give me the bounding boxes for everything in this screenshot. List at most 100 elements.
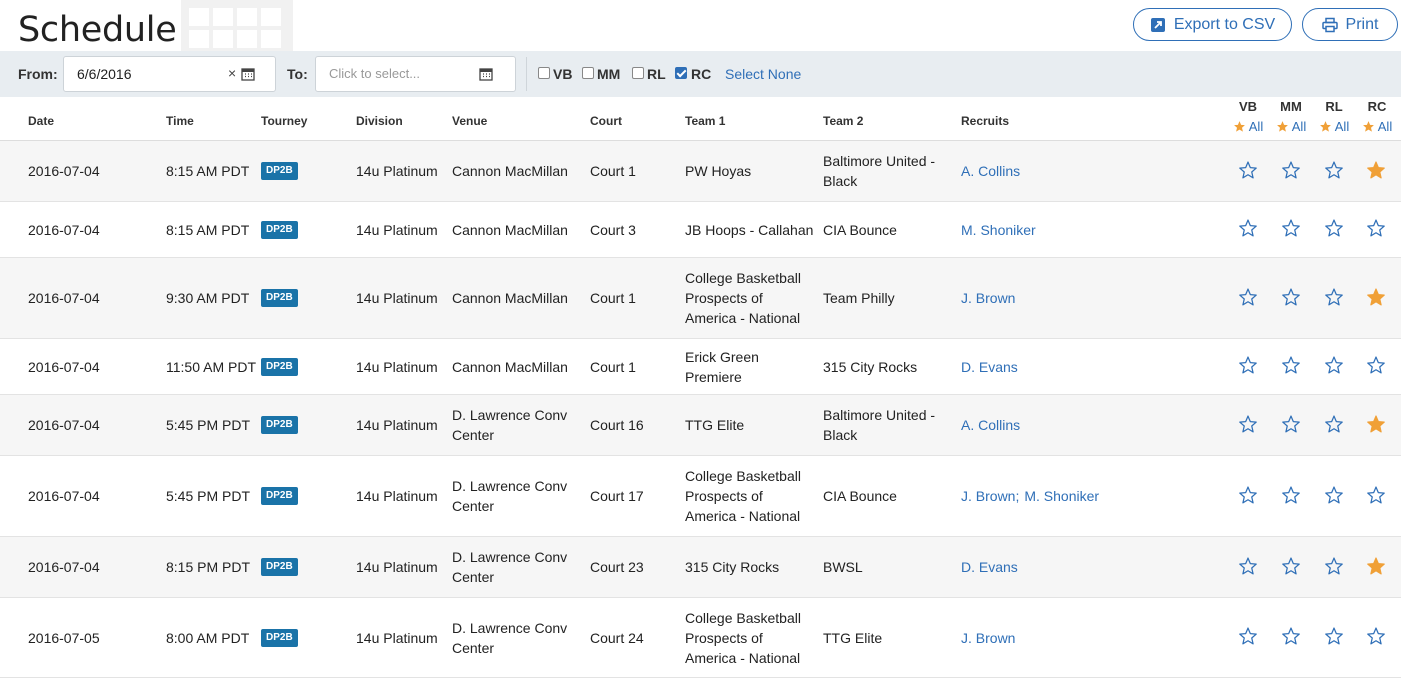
cell-court-text: Court 3 (590, 221, 636, 238)
checkbox-rl[interactable] (632, 67, 644, 79)
recruit-link[interactable]: A. Collins (961, 415, 1020, 435)
table-row: 2016-07-04 9:30 AM PDT 14u Platinum Cannon … (0, 258, 1401, 339)
col-court[interactable]: Court (590, 114, 622, 128)
table-row: 2016-07-04 8:15 AM PDT 14u Platinum Cannon … (0, 202, 1401, 258)
cell-division: 14u Platinum (356, 258, 438, 338)
cell-time-text: 5:45 PM PDT (166, 488, 251, 504)
checkbox-rc[interactable] (675, 67, 687, 79)
cell-team2: Baltimore United - Black (823, 395, 948, 455)
star-outline-icon[interactable] (1238, 218, 1258, 238)
cell-venue-text: Cannon MacMillan (452, 163, 568, 179)
star-outline-icon[interactable] (1281, 414, 1301, 434)
col-date[interactable]: Date (28, 114, 54, 128)
star-outline-icon[interactable] (1238, 160, 1258, 180)
col-team2[interactable]: Team 2 (823, 114, 863, 128)
star-all-rc[interactable]: All (1357, 119, 1397, 134)
recruit-link[interactable]: M. Shoniker (1024, 486, 1099, 506)
star-outline-icon[interactable] (1324, 160, 1344, 180)
recruit-link[interactable]: J. Brown (961, 628, 1015, 648)
star-outline-icon[interactable] (1366, 218, 1386, 238)
star-outline-icon[interactable] (1238, 626, 1258, 646)
calendar-icon[interactable] (241, 67, 255, 81)
star-outline-icon[interactable] (1238, 485, 1258, 505)
from-date-input[interactable]: 6/6/2016 × (63, 56, 276, 92)
star-outline-icon[interactable] (1366, 355, 1386, 375)
cell-team1: 315 City Rocks (685, 537, 815, 597)
checkbox-vb[interactable] (538, 67, 550, 79)
recruit-link[interactable]: D. Evans (961, 357, 1018, 377)
star-all-vb[interactable]: All (1228, 119, 1268, 134)
to-date-input[interactable]: Click to select... (315, 56, 516, 92)
star-filled-icon[interactable] (1366, 287, 1386, 307)
cell-time: 11:50 AM PDT (166, 339, 256, 394)
star-outline-icon[interactable] (1324, 355, 1344, 375)
export-csv-label: Export to CSV (1173, 15, 1276, 33)
cell-time-text: 9:30 AM PDT (166, 290, 250, 306)
col-rc: RC (1367, 99, 1387, 114)
star-outline-icon[interactable] (1281, 160, 1301, 180)
star-outline-icon[interactable] (1281, 626, 1301, 646)
col-venue[interactable]: Venue (452, 114, 487, 128)
col-team1[interactable]: Team 1 (685, 114, 725, 128)
cell-date: 2016-07-05 (28, 598, 100, 677)
star-outline-icon[interactable] (1281, 355, 1301, 375)
cell-division: 14u Platinum (356, 141, 438, 201)
col-tourney[interactable]: Tourney (261, 114, 307, 128)
cell-court: Court 1 (590, 339, 636, 394)
star-outline-icon[interactable] (1281, 485, 1301, 505)
cell-team1: College Basketball Prospects of America … (685, 598, 815, 677)
col-rl: RL (1325, 99, 1343, 114)
all-label: All (1291, 119, 1307, 134)
to-date-placeholder: Click to select... (329, 66, 421, 81)
star-filled-icon[interactable] (1366, 160, 1386, 180)
cell-court-text: Court 16 (590, 417, 644, 433)
cell-tourney: DP2B (261, 598, 298, 677)
cell-tourney: DP2B (261, 202, 298, 257)
table-header: Date Time Tourney Division Venue Court T… (0, 97, 1401, 141)
star-outline-icon[interactable] (1324, 218, 1344, 238)
star-outline-icon[interactable] (1281, 287, 1301, 307)
star-all-rl[interactable]: All (1314, 119, 1354, 134)
all-label: All (1334, 119, 1350, 134)
star-outline-icon[interactable] (1238, 556, 1258, 576)
clear-date-icon[interactable]: × (228, 65, 236, 81)
star-outline-icon[interactable] (1238, 414, 1258, 434)
export-csv-button[interactable]: Export to CSV (1133, 8, 1292, 41)
cell-court: Court 24 (590, 598, 644, 677)
star-outline-icon[interactable] (1324, 626, 1344, 646)
print-button[interactable]: Print (1302, 8, 1398, 41)
checkbox-mm[interactable] (582, 67, 594, 79)
star-outline-icon[interactable] (1324, 556, 1344, 576)
cell-division-text: 14u Platinum (356, 290, 438, 306)
star-outline-icon[interactable] (1324, 485, 1344, 505)
star-outline-icon[interactable] (1238, 287, 1258, 307)
recruit-link[interactable]: J. Brown (961, 288, 1015, 308)
recruit-link[interactable]: A. Collins (961, 161, 1020, 181)
star-all-mm[interactable]: All (1271, 119, 1311, 134)
select-none-link[interactable]: Select None (725, 66, 801, 82)
calendar-icon[interactable] (479, 67, 493, 81)
star-outline-icon[interactable] (1324, 414, 1344, 434)
cell-venue-text: Cannon MacMillan (452, 290, 568, 306)
star-outline-icon[interactable] (1324, 287, 1344, 307)
col-division[interactable]: Division (356, 114, 403, 128)
star-filled-icon[interactable] (1366, 556, 1386, 576)
checkbox-mm-label: MM (597, 66, 621, 82)
star-outline-icon[interactable] (1281, 556, 1301, 576)
cell-team2-text: Baltimore United - Black (823, 407, 936, 443)
cell-recruits: M. Shoniker (961, 202, 1036, 257)
star-outline-icon[interactable] (1366, 485, 1386, 505)
recruit-link[interactable]: M. Shoniker (961, 220, 1036, 240)
star-outline-icon[interactable] (1238, 355, 1258, 375)
recruit-link[interactable]: D. Evans (961, 557, 1018, 577)
table-row: 2016-07-04 5:45 PM PDT 14u Platinum D. Lawr… (0, 456, 1401, 537)
cell-court: Court 1 (590, 141, 636, 201)
tourney-badge: DP2B (261, 558, 298, 576)
star-outline-icon[interactable] (1281, 218, 1301, 238)
col-time[interactable]: Time (166, 114, 194, 128)
col-recruits[interactable]: Recruits (961, 114, 1009, 128)
recruit-link[interactable]: J. Brown; (961, 486, 1019, 506)
cell-division-text: 14u Platinum (356, 163, 438, 179)
star-outline-icon[interactable] (1366, 626, 1386, 646)
star-filled-icon[interactable] (1366, 414, 1386, 434)
